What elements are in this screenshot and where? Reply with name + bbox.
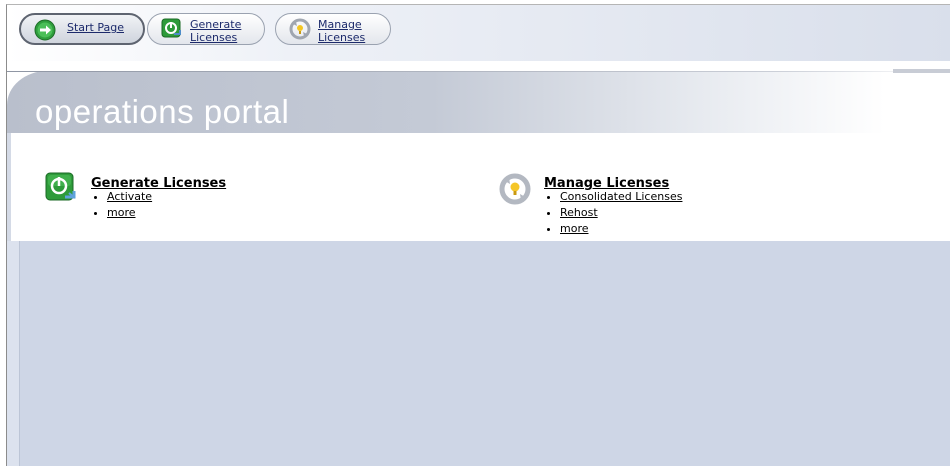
manage-more-link[interactable]: more (560, 222, 589, 235)
top-toolbar: Start Page Generate Licenses Manage Lice… (7, 5, 950, 62)
manage-licenses-links: Consolidated Licenses Rehost more (536, 189, 682, 237)
arrow-right-circle-icon (34, 19, 56, 41)
content-area: Generate Licenses Activate more Manage L… (7, 133, 950, 241)
manage-licenses-icon (498, 171, 534, 207)
app-frame: Start Page Generate Licenses Manage Lice… (6, 4, 950, 466)
page-header: operations portal (7, 61, 950, 133)
list-item: more (560, 221, 682, 237)
manage-licenses-toolbar-label: Manage Licenses (318, 18, 365, 44)
rehost-link[interactable]: Rehost (560, 206, 598, 219)
list-item: Consolidated Licenses (560, 189, 682, 205)
manage-label-line1: Manage (318, 18, 362, 31)
list-item: Activate (107, 189, 152, 205)
activate-link[interactable]: Activate (107, 190, 152, 203)
list-item: Rehost (560, 205, 682, 221)
manage-licenses-toolbar-button[interactable]: Manage Licenses (275, 13, 391, 45)
generate-more-link[interactable]: more (107, 206, 136, 219)
manage-licenses-icon (289, 18, 311, 40)
content-left-bar (7, 133, 11, 241)
generate-licenses-links: Activate more (83, 189, 152, 221)
bottom-left-bar (7, 241, 20, 466)
generate-licenses-icon (161, 18, 183, 40)
generate-licenses-icon (45, 171, 81, 207)
start-page-button[interactable]: Start Page (19, 13, 145, 45)
generate-label-line2: Licenses (190, 31, 238, 44)
manage-label-line2: Licenses (318, 31, 366, 44)
header-band: operations portal (7, 71, 950, 133)
list-item: more (107, 205, 152, 221)
page-title: operations portal (35, 93, 290, 130)
bottom-panel (7, 241, 950, 466)
generate-licenses-toolbar-button[interactable]: Generate Licenses (147, 13, 265, 45)
generate-label-line1: Generate (190, 18, 242, 31)
start-page-label: Start Page (67, 21, 124, 34)
consolidated-licenses-link[interactable]: Consolidated Licenses (560, 190, 682, 203)
header-edge-line (893, 69, 950, 73)
generate-licenses-toolbar-label: Generate Licenses (190, 18, 241, 44)
